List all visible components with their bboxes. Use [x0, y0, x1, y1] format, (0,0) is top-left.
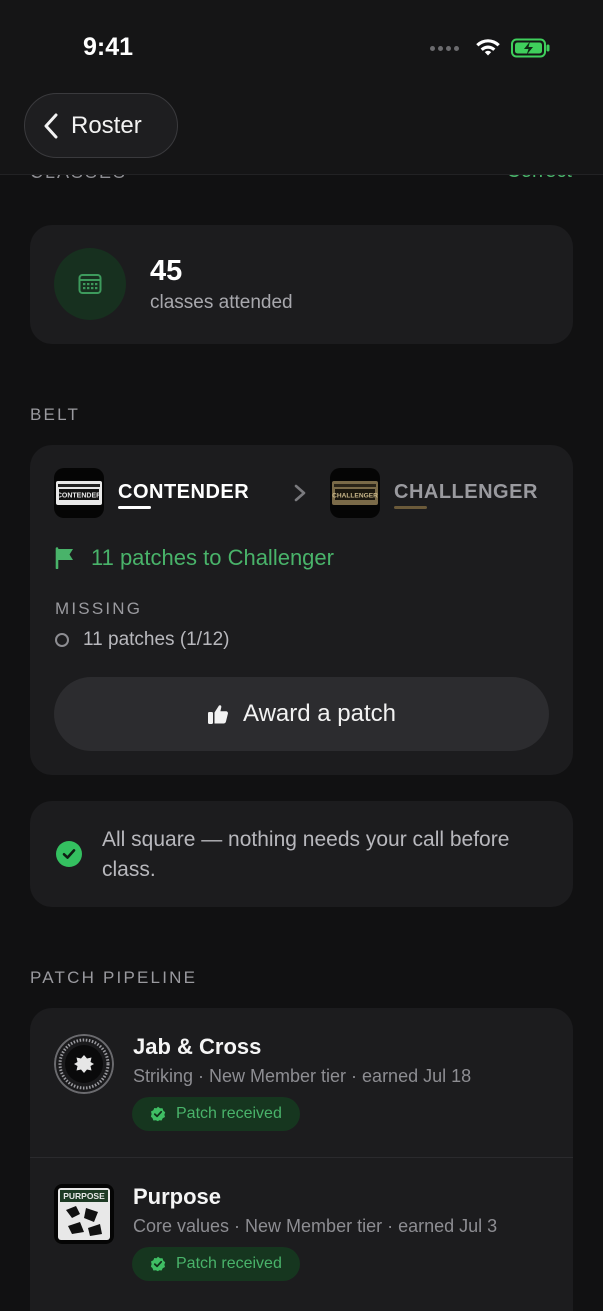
- patch-title: Jab & Cross: [133, 1034, 262, 1059]
- jab-cross-patch-thumb: [54, 1034, 114, 1094]
- back-label: Roster: [71, 111, 142, 139]
- status-icons: [430, 38, 551, 58]
- svg-text:CONTENDER: CONTENDER: [57, 493, 101, 500]
- patch-title: Purpose: [133, 1184, 222, 1209]
- status-message-text: All square — nothing needs your call bef…: [102, 828, 510, 881]
- calendar-icon-badge: [54, 248, 126, 320]
- patch-row-purpose[interactable]: PURPOSE Purpose Core values · New Member…: [30, 1157, 573, 1307]
- back-button[interactable]: Roster: [24, 93, 178, 158]
- classes-card: 45 classes attended: [30, 225, 573, 344]
- missing-label: MISSING: [55, 599, 143, 618]
- purpose-patch-lettering: PURPOSE: [63, 1191, 105, 1201]
- classes-count: 45: [150, 255, 183, 287]
- thumbs-up-icon: [208, 705, 228, 724]
- purpose-patch-image: PURPOSE: [54, 1184, 114, 1244]
- missing-item: 11 patches (1/12): [55, 629, 229, 651]
- contender-belt-thumb: CONTENDER: [54, 468, 104, 518]
- verified-check-icon: [150, 1106, 166, 1122]
- wifi-icon: [476, 39, 500, 56]
- contender-belt-image: CONTENDER: [56, 481, 102, 505]
- patch-badge-text: Patch received: [176, 1255, 282, 1272]
- missing-item-text: 11 patches (1/12): [83, 629, 230, 650]
- next-belt-underline: [394, 506, 427, 509]
- patch-meta: Striking · New Member tier · earned Jul …: [133, 1066, 472, 1086]
- belt-section-label: BELT: [30, 405, 81, 424]
- classes-subtitle: classes attended: [150, 292, 293, 313]
- current-belt-name: CONTENDER: [118, 481, 250, 503]
- belt-progress-text: 11 patches to Challenger: [91, 545, 334, 570]
- belt-progress: 11 patches to Challenger: [55, 545, 334, 571]
- pipeline-section-label: PATCH PIPELINE: [30, 968, 198, 987]
- patch-meta: Core values · New Member tier · earned J…: [133, 1216, 498, 1236]
- chevron-left-icon: [44, 113, 58, 138]
- belt-card: CONTENDER CONTENDER CHALLENGER CHALLENGE…: [30, 445, 573, 775]
- challenger-belt-thumb: CHALLENGER: [330, 468, 380, 518]
- cellular-signal-icon: [430, 45, 459, 51]
- status-bar: 9:41: [0, 0, 603, 96]
- verified-check-icon: [150, 1256, 166, 1272]
- patch-received-badge: Patch received: [132, 1097, 300, 1131]
- status-time: 9:41: [83, 33, 134, 61]
- purpose-patch-thumb: PURPOSE: [54, 1184, 114, 1244]
- battery-charging-icon: [511, 38, 550, 58]
- award-patch-button[interactable]: Award a patch: [54, 677, 549, 751]
- patch-pipeline-card: Jab & Cross Striking · New Member tier ·…: [30, 1008, 573, 1311]
- challenger-belt-image: CHALLENGER: [332, 481, 378, 505]
- patch-badge-text: Patch received: [176, 1105, 282, 1122]
- empty-circle-icon: [55, 633, 69, 647]
- next-belt-name: CHALLENGER: [394, 481, 538, 503]
- patch-received-badge: Patch received: [132, 1247, 300, 1281]
- award-patch-label: Award a patch: [243, 700, 396, 727]
- status-message-card: All square — nothing needs your call bef…: [30, 801, 573, 907]
- chevron-right-icon: [294, 484, 306, 502]
- check-circle-icon: [56, 841, 82, 867]
- nav-bar: Roster: [0, 93, 603, 175]
- flag-icon: [55, 547, 73, 569]
- current-belt-underline: [118, 506, 151, 509]
- patch-row-jab-cross[interactable]: Jab & Cross Striking · New Member tier ·…: [30, 1008, 573, 1158]
- calendar-icon: [78, 274, 102, 294]
- svg-text:CHALLENGER: CHALLENGER: [332, 493, 378, 500]
- round-patch-image: [54, 1034, 114, 1094]
